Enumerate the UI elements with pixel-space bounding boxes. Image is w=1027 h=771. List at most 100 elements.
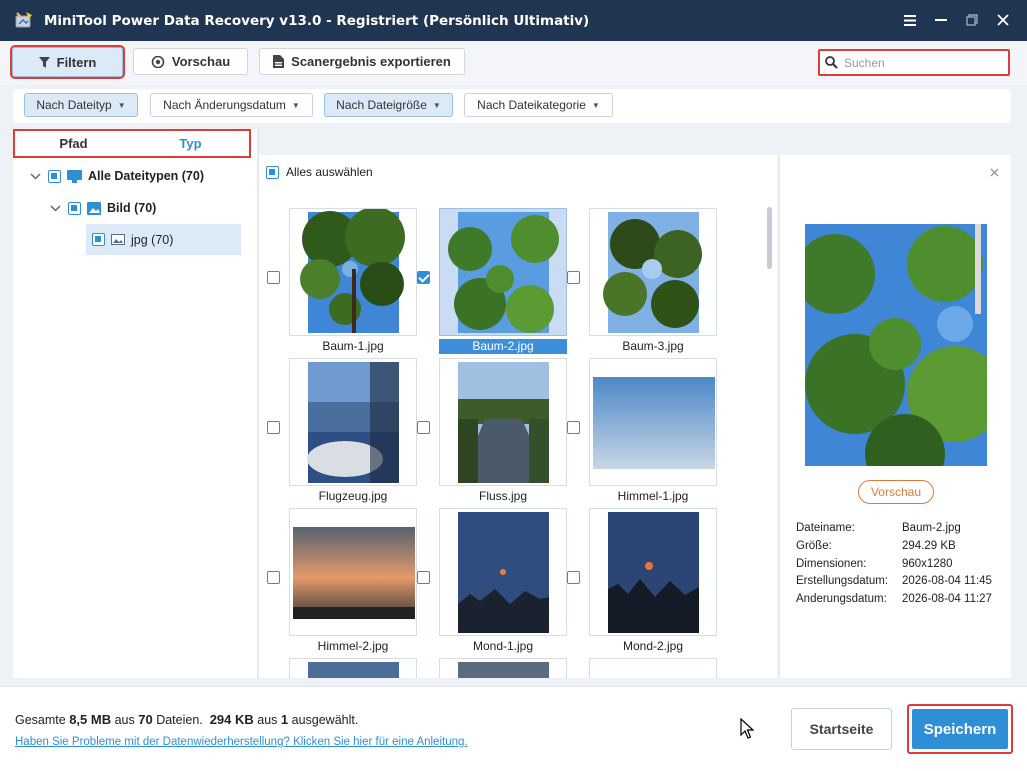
file-checkbox[interactable] [417,271,430,284]
save-button[interactable]: Speichern [907,704,1013,754]
file-checkbox[interactable] [417,421,430,434]
file-name: Baum-2.jpg [439,339,567,354]
file-checkbox[interactable] [267,421,280,434]
chevron-down-icon[interactable] [28,172,42,180]
file-grid: Alles auswählen Baum-1.jpg Baum-2.jpg Ba… [259,155,777,678]
tree-item-jpg[interactable]: jpg (70) [86,224,241,255]
filter-file-size-dropdown[interactable]: Nach Dateigröße ▼ [324,93,453,117]
info-value: 294.29 KB [902,540,956,552]
tree-item-label: Alle Dateitypen (70) [88,169,205,183]
tree-item-image[interactable]: Bild (70) [48,193,248,223]
partial-checkbox[interactable] [48,169,61,183]
file-item[interactable]: Flugzeug.jpg [267,358,417,508]
filter-file-type-dropdown[interactable]: Nach Dateityp ▼ [24,93,138,117]
file-item[interactable]: Mond-1.jpg [417,508,567,658]
file-name: Flugzeug.jpg [318,489,388,503]
file-checkbox[interactable] [567,271,580,284]
help-link[interactable]: Haben Sie Probleme mit der Datenwiederhe… [15,736,468,748]
file-name: Baum-3.jpg [622,339,684,353]
file-item[interactable]: Baum-3.jpg [567,208,717,358]
file-checkbox[interactable] [417,571,430,584]
info-dimensions: Dimensionen: 960x1280 [796,558,953,570]
filter-modified-date-dropdown[interactable]: Nach Änderungsdatum ▼ [150,93,313,117]
file-thumbnail[interactable] [439,358,567,486]
filter-file-category-dropdown[interactable]: Nach Dateikategorie ▼ [464,93,613,117]
file-item[interactable] [417,658,567,678]
file-thumbnail[interactable] [289,508,417,636]
summary-label: ausgewählt. [291,713,359,727]
file-thumbnail[interactable] [439,658,567,678]
filter-button-label: Filtern [56,54,97,70]
minimize-icon[interactable] [931,10,951,30]
caret-down-icon: ▼ [291,100,300,110]
file-thumbnail[interactable] [589,658,717,678]
file-thumbnail[interactable] [589,208,717,336]
window-title: MiniTool Power Data Recovery v13.0 - Reg… [44,12,590,29]
summary-label: Gesamte [15,713,66,727]
monitor-icon [67,169,82,183]
partial-checkbox[interactable] [92,233,105,246]
info-filename: Dateiname: Baum-2.jpg [796,522,961,539]
filter-file-category-label: Nach Dateikategorie [477,98,586,112]
tree-item-label: jpg (70) [131,232,174,247]
file-checkbox[interactable] [567,421,580,434]
select-all-checkbox[interactable] [266,165,279,179]
file-thumbnail[interactable] [289,208,417,336]
file-checkbox[interactable] [267,571,280,584]
file-item[interactable]: Himmel-1.jpg [567,358,717,508]
close-icon[interactable] [993,10,1013,30]
filter-file-size-label: Nach Dateigröße [336,98,427,112]
file-thumbnail[interactable] [589,358,717,486]
selected-size: 294 KB [209,712,254,727]
file-thumbnail[interactable] [439,208,567,336]
file-name: Mond-2.jpg [622,639,684,653]
file-item[interactable] [267,658,417,678]
partial-checkbox[interactable] [68,201,81,215]
caret-down-icon: ▼ [117,100,126,110]
file-item[interactable]: Baum-2.jpg [417,208,567,358]
search-icon [825,56,838,69]
tab-type[interactable]: Typ [132,131,249,156]
file-thumbnail[interactable] [289,358,417,486]
close-preview-icon[interactable] [990,168,999,177]
file-checkbox[interactable] [567,571,580,584]
filter-modified-date-label: Nach Änderungsdatum [163,98,286,112]
file-name: Himmel-2.jpg [317,639,389,653]
title-bar: MiniTool Power Data Recovery v13.0 - Reg… [0,0,1027,41]
toolbar: Filtern Vorschau Scanergebnis exportiere… [0,41,1027,85]
summary-text: Gesamte 8,5 MB aus 70 Dateien. 294 KB au… [15,712,358,727]
file-thumbnail[interactable] [439,508,567,636]
file-item[interactable]: Himmel-2.jpg [267,508,417,658]
info-value: 960x1280 [902,558,953,570]
file-thumbnail[interactable] [589,508,717,636]
filter-button[interactable]: Filtern [10,45,125,79]
view-tabs: Pfad Typ [13,129,251,158]
file-name: Baum-1.jpg [322,339,384,353]
preview-toolbar-button[interactable]: Vorschau [133,48,248,75]
chevron-down-icon[interactable] [48,204,62,212]
file-item[interactable]: Baum-1.jpg [267,208,417,358]
info-value: 2026-08-04 11:45 [902,575,992,587]
restore-icon[interactable] [962,10,982,30]
menu-icon[interactable] [900,10,920,30]
select-all[interactable]: Alles auswählen [266,165,373,179]
file-thumbnail[interactable] [289,658,417,678]
home-button[interactable]: Startseite [791,708,892,750]
info-key: Dimensionen: [796,558,867,570]
file-item[interactable]: Mond-2.jpg [567,508,717,658]
search-input[interactable] [844,55,994,70]
search-box[interactable] [818,49,1010,76]
file-item[interactable] [567,658,717,678]
mouse-cursor-icon [740,718,754,739]
summary-label: aus [114,713,135,727]
preview-image [805,224,987,466]
preview-button[interactable]: Vorschau [858,480,934,504]
file-checkbox[interactable] [267,271,280,284]
grid-scrollbar[interactable] [767,207,772,269]
tree-item-all-types[interactable]: Alle Dateitypen (70) [28,161,248,191]
export-button[interactable]: Scanergebnis exportieren [259,48,465,75]
left-panel: Pfad Typ Alle Dateitypen (70) Bild (70) … [13,129,257,678]
info-modified: Änderungsdatum: 2026-08-04 11:27 [796,593,992,605]
tab-path[interactable]: Pfad [15,131,132,156]
file-item[interactable]: Fluss.jpg [417,358,567,508]
